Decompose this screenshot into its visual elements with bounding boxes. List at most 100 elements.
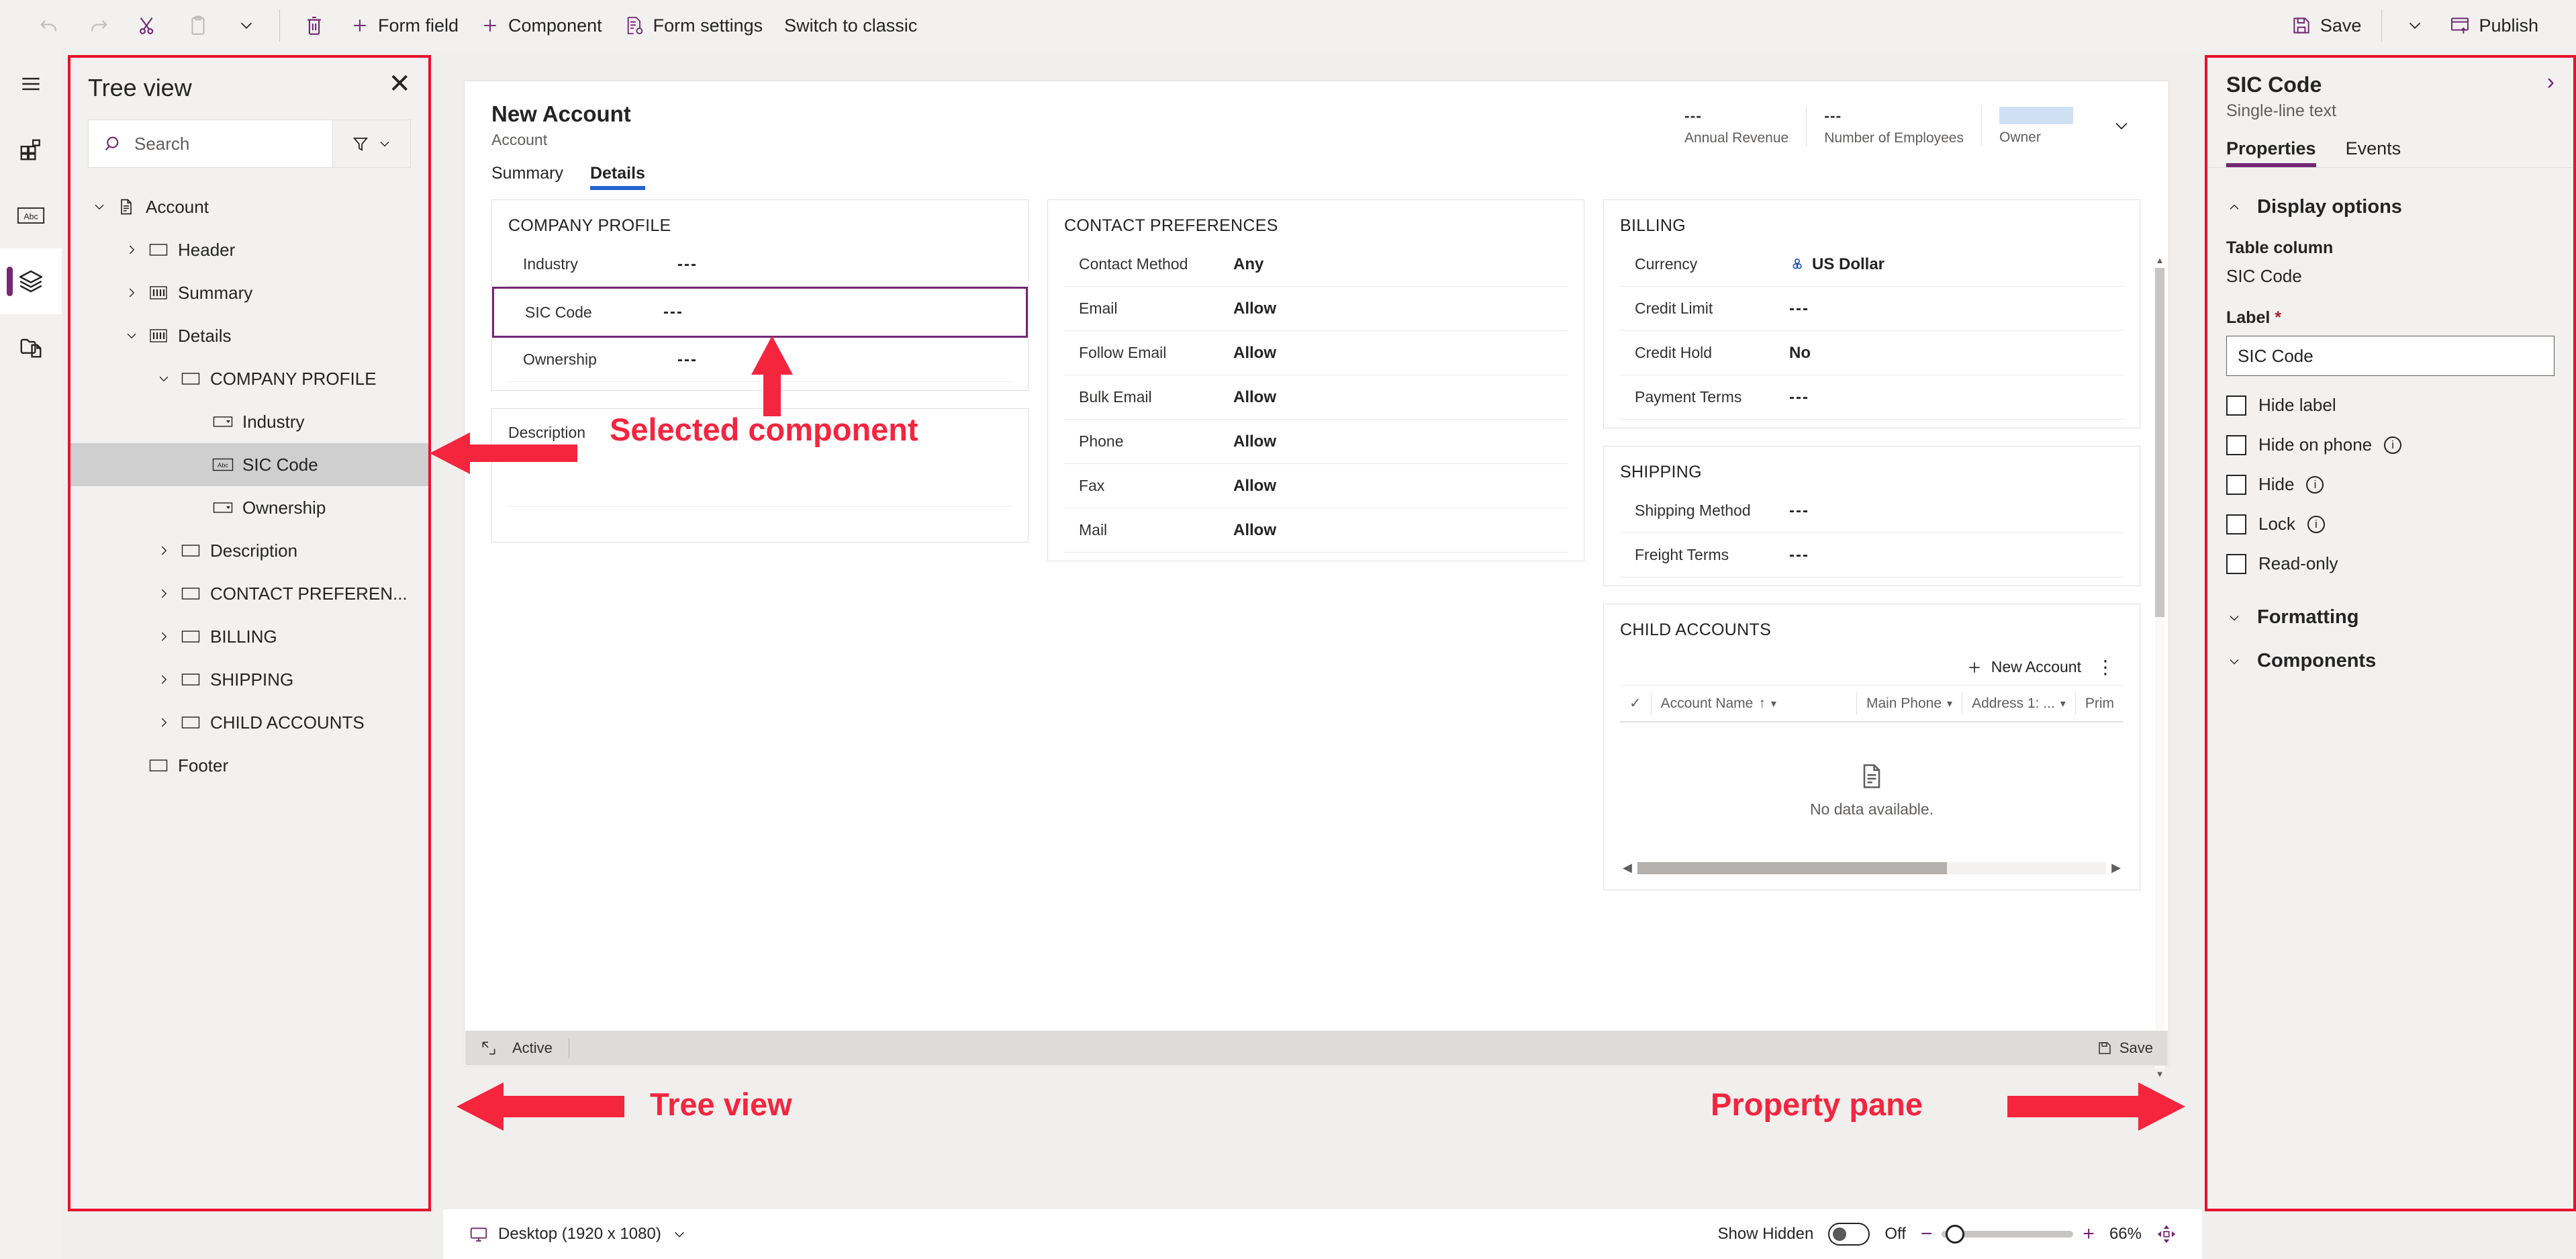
info-icon[interactable]: i: [2307, 515, 2325, 533]
device-selector[interactable]: Desktop (1920 x 1080): [469, 1224, 688, 1244]
more-commands-button[interactable]: [223, 7, 270, 44]
chevron-right-icon[interactable]: ›: [2547, 71, 2555, 93]
chevron-right-icon[interactable]: [120, 242, 143, 257]
checkbox-hide-label[interactable]: Hide label: [2226, 395, 2555, 416]
form-field-button[interactable]: Form field: [339, 7, 469, 44]
chevron-down-icon[interactable]: [152, 371, 175, 386]
checkbox-read-only[interactable]: Read-only: [2226, 553, 2555, 574]
checkbox-box[interactable]: [2226, 514, 2246, 534]
search-input[interactable]: [133, 132, 332, 155]
new-account-button[interactable]: New Account: [1966, 658, 2081, 676]
redo-button[interactable]: [74, 7, 124, 44]
grid-column-main-phone[interactable]: Main Phone ▾: [1856, 692, 1962, 715]
chevron-right-icon[interactable]: [152, 543, 175, 558]
chevron-right-icon[interactable]: [152, 715, 175, 730]
header-field-number-of-employees[interactable]: --- Number of Employees: [1806, 107, 1981, 146]
tab-summary[interactable]: Summary: [491, 164, 563, 190]
chevron-right-icon[interactable]: [152, 672, 175, 687]
scroll-left-icon[interactable]: ◀: [1623, 861, 1632, 875]
form-row-credit-hold[interactable]: Credit Hold No: [1620, 331, 2124, 375]
zoom-slider-track[interactable]: [1942, 1225, 2074, 1244]
checkbox-lock[interactable]: Lock i: [2226, 514, 2555, 534]
footer-save-button[interactable]: Save: [2097, 1039, 2153, 1057]
tree-node-sic-code[interactable]: Abc SIC Code: [70, 443, 428, 486]
form-row-freight-terms[interactable]: Freight Terms ---: [1620, 533, 2124, 577]
rail-item-table-columns[interactable]: Abc: [0, 183, 62, 248]
chevron-down-icon[interactable]: [88, 199, 111, 214]
zoom-slider-handle[interactable]: [1946, 1225, 1965, 1244]
paste-button[interactable]: [173, 7, 223, 44]
chevron-right-icon[interactable]: [120, 285, 143, 300]
form-row-email[interactable]: Email Allow: [1064, 287, 1568, 331]
filter-button[interactable]: [332, 120, 410, 167]
form-row-currency[interactable]: Currency US Dollar: [1620, 242, 2124, 287]
tree-node-header[interactable]: Header: [70, 228, 428, 271]
canvas-vertical-scrollbar[interactable]: ▲ ▼: [2155, 256, 2164, 1082]
header-field-owner[interactable]: Owner: [1981, 107, 2091, 146]
checkbox-hide[interactable]: Hide i: [2226, 474, 2555, 495]
grid-select-all-checkbox[interactable]: ✓: [1620, 692, 1651, 715]
zoom-out-button[interactable]: −: [1921, 1224, 1933, 1244]
save-options-button[interactable]: [2391, 7, 2438, 44]
form-row-bulk-email[interactable]: Bulk Email Allow: [1064, 375, 1568, 420]
rail-item-menu[interactable]: [0, 51, 62, 117]
info-icon[interactable]: i: [2384, 436, 2402, 454]
group-formatting[interactable]: Formatting: [2226, 596, 2555, 639]
save-button[interactable]: Save: [2280, 7, 2373, 44]
grid-column-account-name[interactable]: Account Name ↑ ▾: [1650, 692, 1856, 715]
checkbox-hide-on-phone[interactable]: Hide on phone i: [2226, 434, 2555, 455]
tree-node-contact-preferen[interactable]: CONTACT PREFEREN...: [70, 572, 428, 615]
group-display-options[interactable]: Display options: [2226, 185, 2555, 229]
header-expand-button[interactable]: [2091, 107, 2142, 140]
form-row-mail[interactable]: Mail Allow: [1064, 508, 1568, 553]
delete-button[interactable]: [289, 7, 339, 44]
fit-to-screen-icon[interactable]: [2156, 1224, 2177, 1244]
scroll-up-icon[interactable]: ▲: [2155, 256, 2164, 268]
form-row-sic-code[interactable]: SIC Code ---: [492, 287, 1028, 338]
grid-column-primary[interactable]: Prim: [2074, 692, 2124, 715]
chevron-right-icon[interactable]: [152, 629, 175, 644]
tree-node-description[interactable]: Description: [70, 529, 428, 572]
component-button[interactable]: Component: [469, 7, 613, 44]
rail-item-tree-view[interactable]: [0, 248, 62, 314]
checkbox-box[interactable]: [2226, 395, 2246, 416]
label-input[interactable]: [2226, 336, 2555, 376]
grid-column-address-1[interactable]: Address 1: ... ▾: [1962, 692, 2075, 715]
form-row-follow-email[interactable]: Follow Email Allow: [1064, 331, 1568, 375]
chevron-right-icon[interactable]: [152, 586, 175, 601]
cut-button[interactable]: [124, 7, 173, 44]
undo-button[interactable]: [24, 7, 74, 44]
checkbox-box[interactable]: [2226, 434, 2246, 455]
header-field-annual-revenue[interactable]: --- Annual Revenue: [1667, 107, 1806, 146]
form-row-industry[interactable]: Industry ---: [508, 242, 1012, 287]
rail-item-related-forms[interactable]: [0, 314, 62, 380]
grid-overflow-icon[interactable]: ⋮: [2092, 656, 2119, 678]
zoom-in-button[interactable]: +: [2083, 1224, 2095, 1244]
tree-node-child-accounts[interactable]: CHILD ACCOUNTS: [70, 701, 428, 744]
tree-node-shipping[interactable]: SHIPPING: [70, 658, 428, 701]
form-row-phone[interactable]: Phone Allow: [1064, 420, 1568, 464]
form-settings-button[interactable]: Form settings: [613, 7, 774, 44]
tree-node-company-profile[interactable]: COMPANY PROFILE: [70, 357, 428, 400]
tab-details[interactable]: Details: [589, 164, 645, 190]
scrollbar-track[interactable]: [1637, 861, 2107, 874]
chevron-down-icon[interactable]: [120, 328, 143, 343]
form-row-contact-method[interactable]: Contact Method Any: [1064, 242, 1568, 287]
tree-node-summary[interactable]: Summary: [70, 271, 428, 314]
grid-horizontal-scrollbar[interactable]: ◀ ▶: [1620, 857, 2124, 882]
tree-node-billing[interactable]: BILLING: [70, 615, 428, 658]
group-components[interactable]: Components: [2226, 639, 2555, 683]
tree-node-details[interactable]: Details: [70, 314, 428, 357]
form-row-fax[interactable]: Fax Allow: [1064, 464, 1568, 508]
tree-node-industry[interactable]: Industry: [70, 400, 428, 443]
checkbox-box[interactable]: [2226, 553, 2246, 574]
tree-node-footer[interactable]: Footer: [70, 744, 428, 787]
checkbox-box[interactable]: [2226, 474, 2246, 495]
form-row-credit-limit[interactable]: Credit Limit ---: [1620, 287, 2124, 331]
publish-button[interactable]: Publish: [2438, 7, 2549, 44]
tree-node-account[interactable]: Account: [70, 185, 428, 228]
scrollbar-thumb[interactable]: [2155, 268, 2164, 617]
tree-node-ownership[interactable]: Ownership: [70, 486, 428, 529]
tab-events[interactable]: Events: [2346, 138, 2401, 167]
form-row-payment-terms[interactable]: Payment Terms ---: [1620, 375, 2124, 420]
